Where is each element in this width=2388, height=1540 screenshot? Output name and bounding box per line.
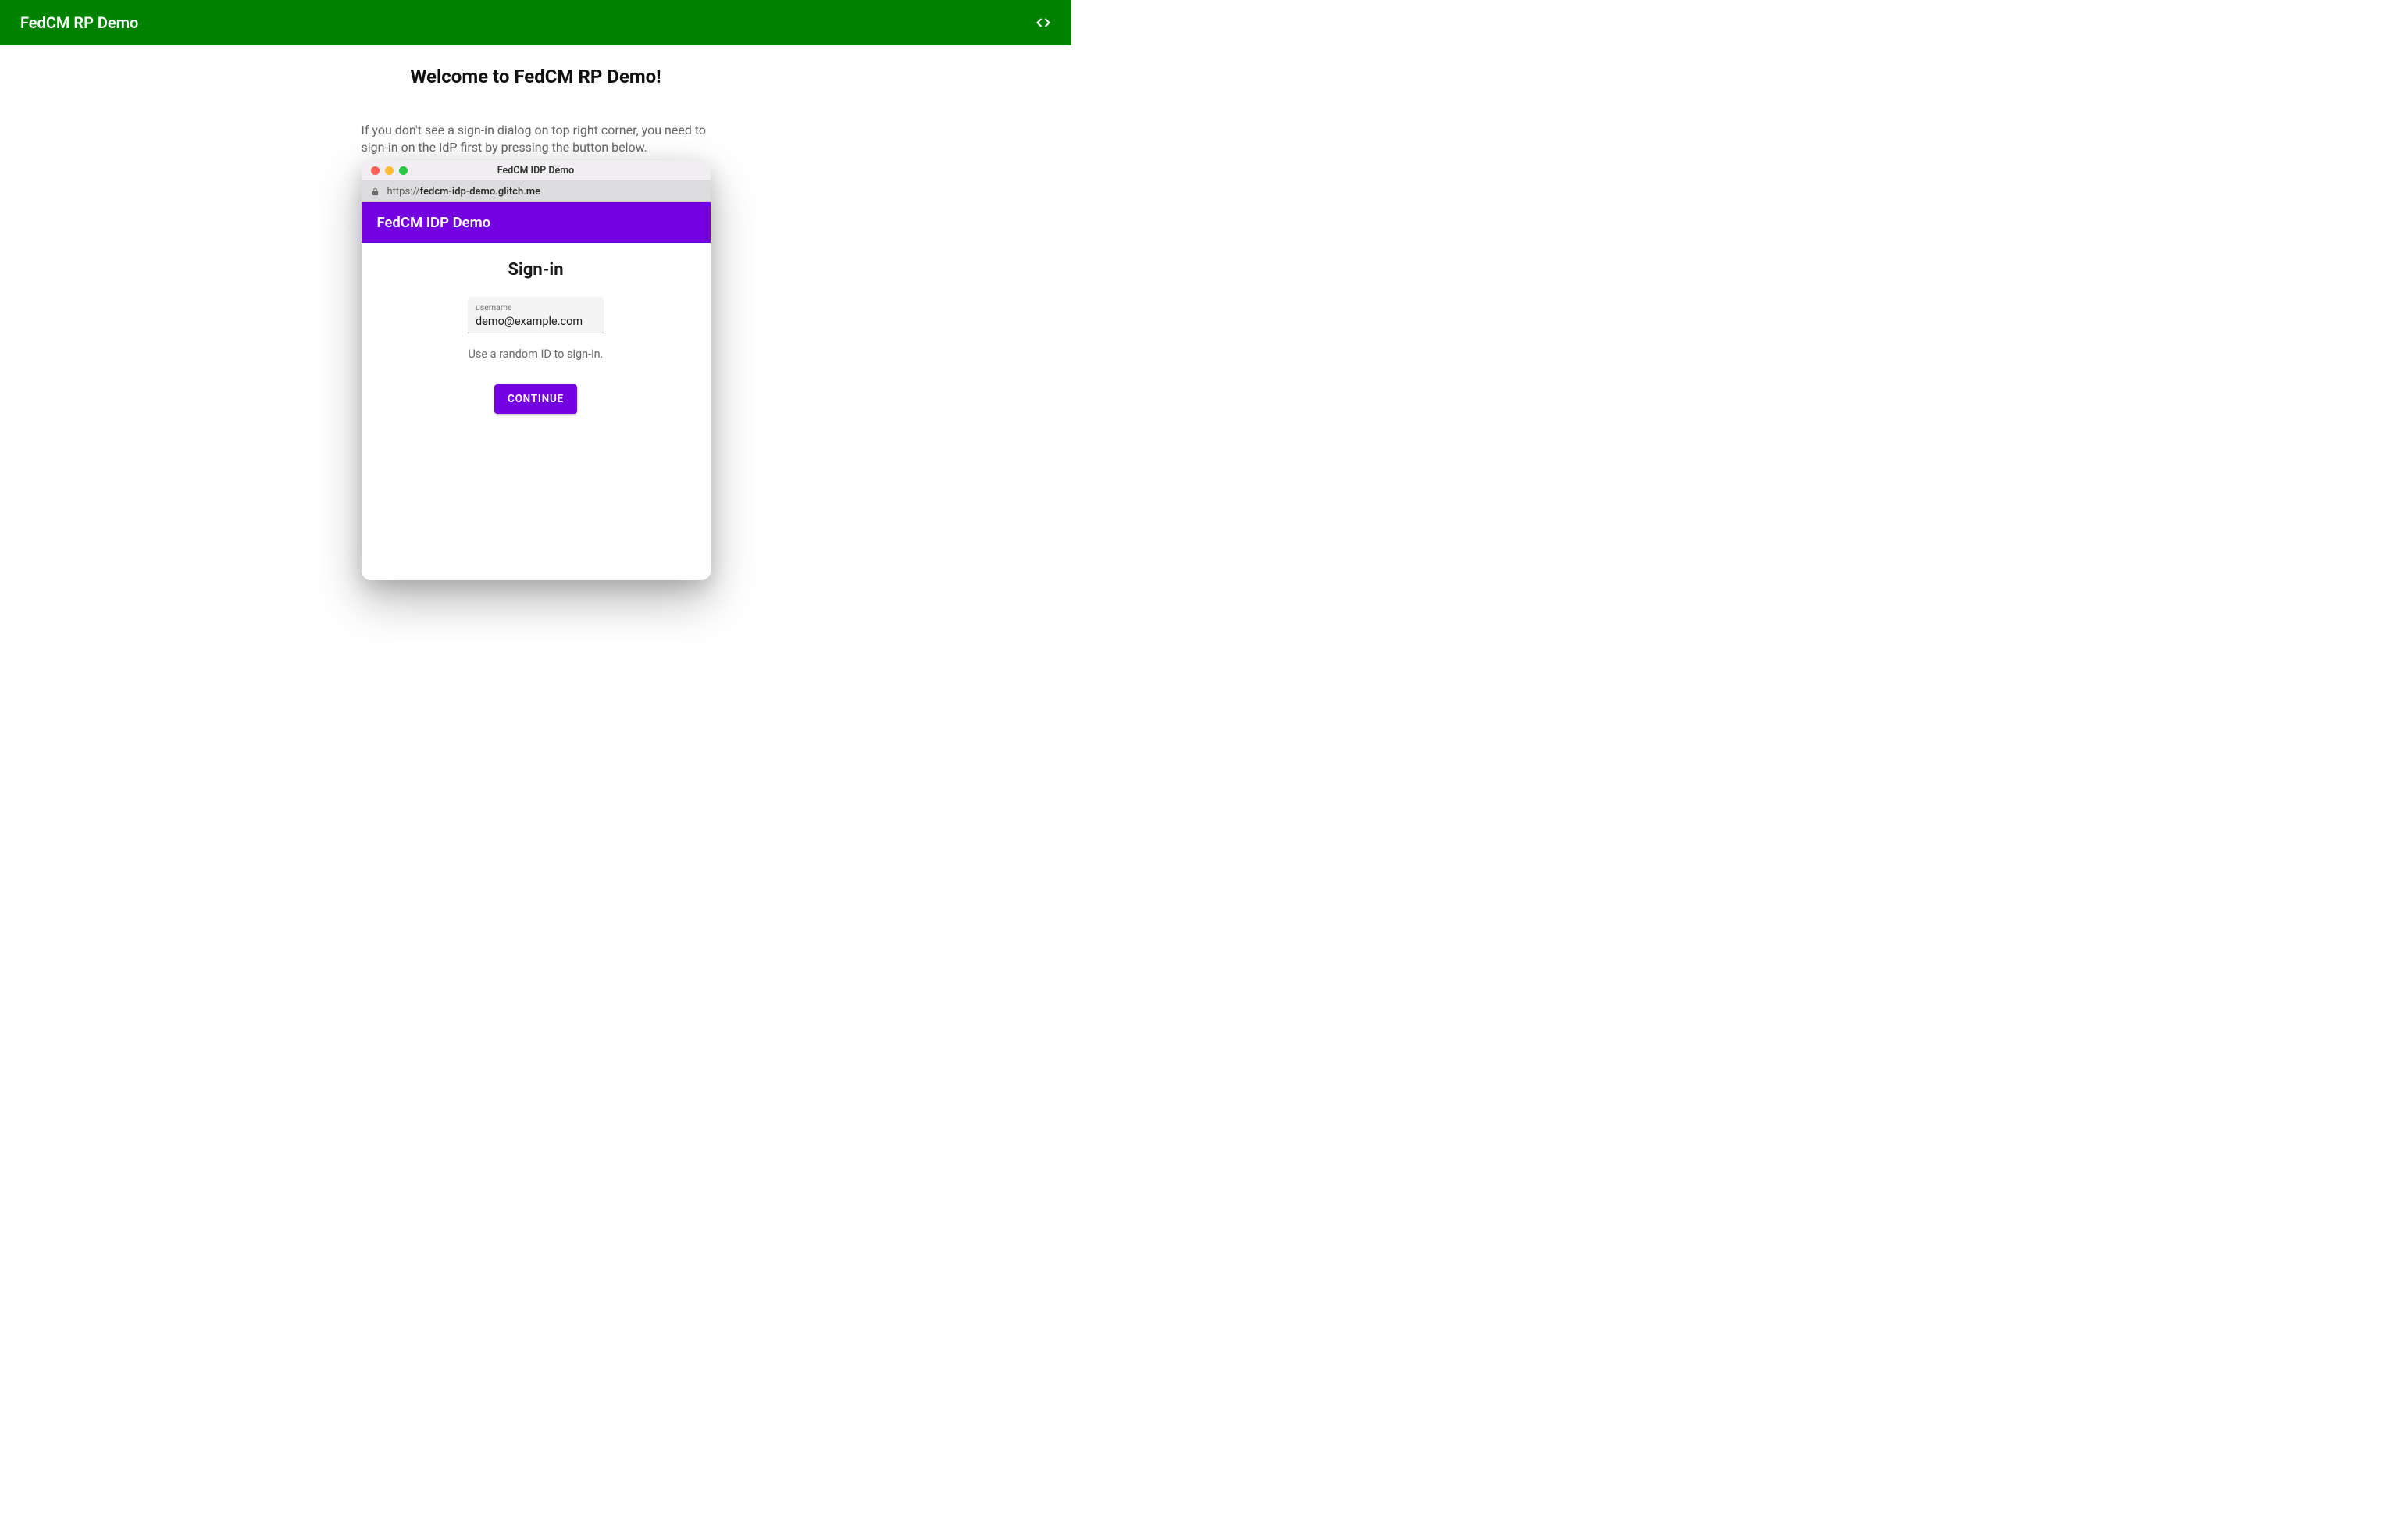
idp-popup-window: FedCM IDP Demo https://fedcm-idp-demo.gl… (362, 160, 711, 580)
main-content: Welcome to FedCM RP Demo! If you don't s… (0, 45, 1071, 580)
maximize-window-icon[interactable] (399, 166, 408, 175)
welcome-heading: Welcome to FedCM RP Demo! (410, 66, 661, 87)
url-text: https://fedcm-idp-demo.glitch.me (387, 186, 541, 198)
window-titlebar: FedCM IDP Demo (362, 160, 711, 181)
popup-window-title: FedCM IDP Demo (362, 165, 711, 176)
username-input[interactable] (476, 315, 596, 328)
url-protocol: https:// (387, 186, 420, 198)
traffic-lights (362, 166, 408, 175)
minimize-window-icon[interactable] (385, 166, 394, 175)
signin-help-text: Use a random ID to sign-in. (469, 348, 604, 361)
idp-body: Sign-in username Use a random ID to sign… (362, 243, 711, 580)
app-title: FedCM RP Demo (20, 13, 138, 32)
code-icon[interactable] (1035, 15, 1051, 30)
instruction-text: If you don't see a sign-in dialog on top… (362, 122, 711, 155)
username-label: username (476, 302, 596, 312)
close-window-icon[interactable] (371, 166, 380, 175)
signin-heading: Sign-in (508, 260, 563, 280)
app-header: FedCM RP Demo (0, 0, 1071, 45)
continue-button[interactable]: CONTINUE (494, 384, 577, 414)
idp-header-title: FedCM IDP Demo (377, 214, 491, 231)
url-host: fedcm-idp-demo.glitch.me (420, 186, 540, 198)
lock-icon (371, 187, 380, 196)
address-bar: https://fedcm-idp-demo.glitch.me (362, 181, 711, 202)
username-field-wrap[interactable]: username (468, 297, 604, 333)
idp-header: FedCM IDP Demo (362, 202, 711, 243)
